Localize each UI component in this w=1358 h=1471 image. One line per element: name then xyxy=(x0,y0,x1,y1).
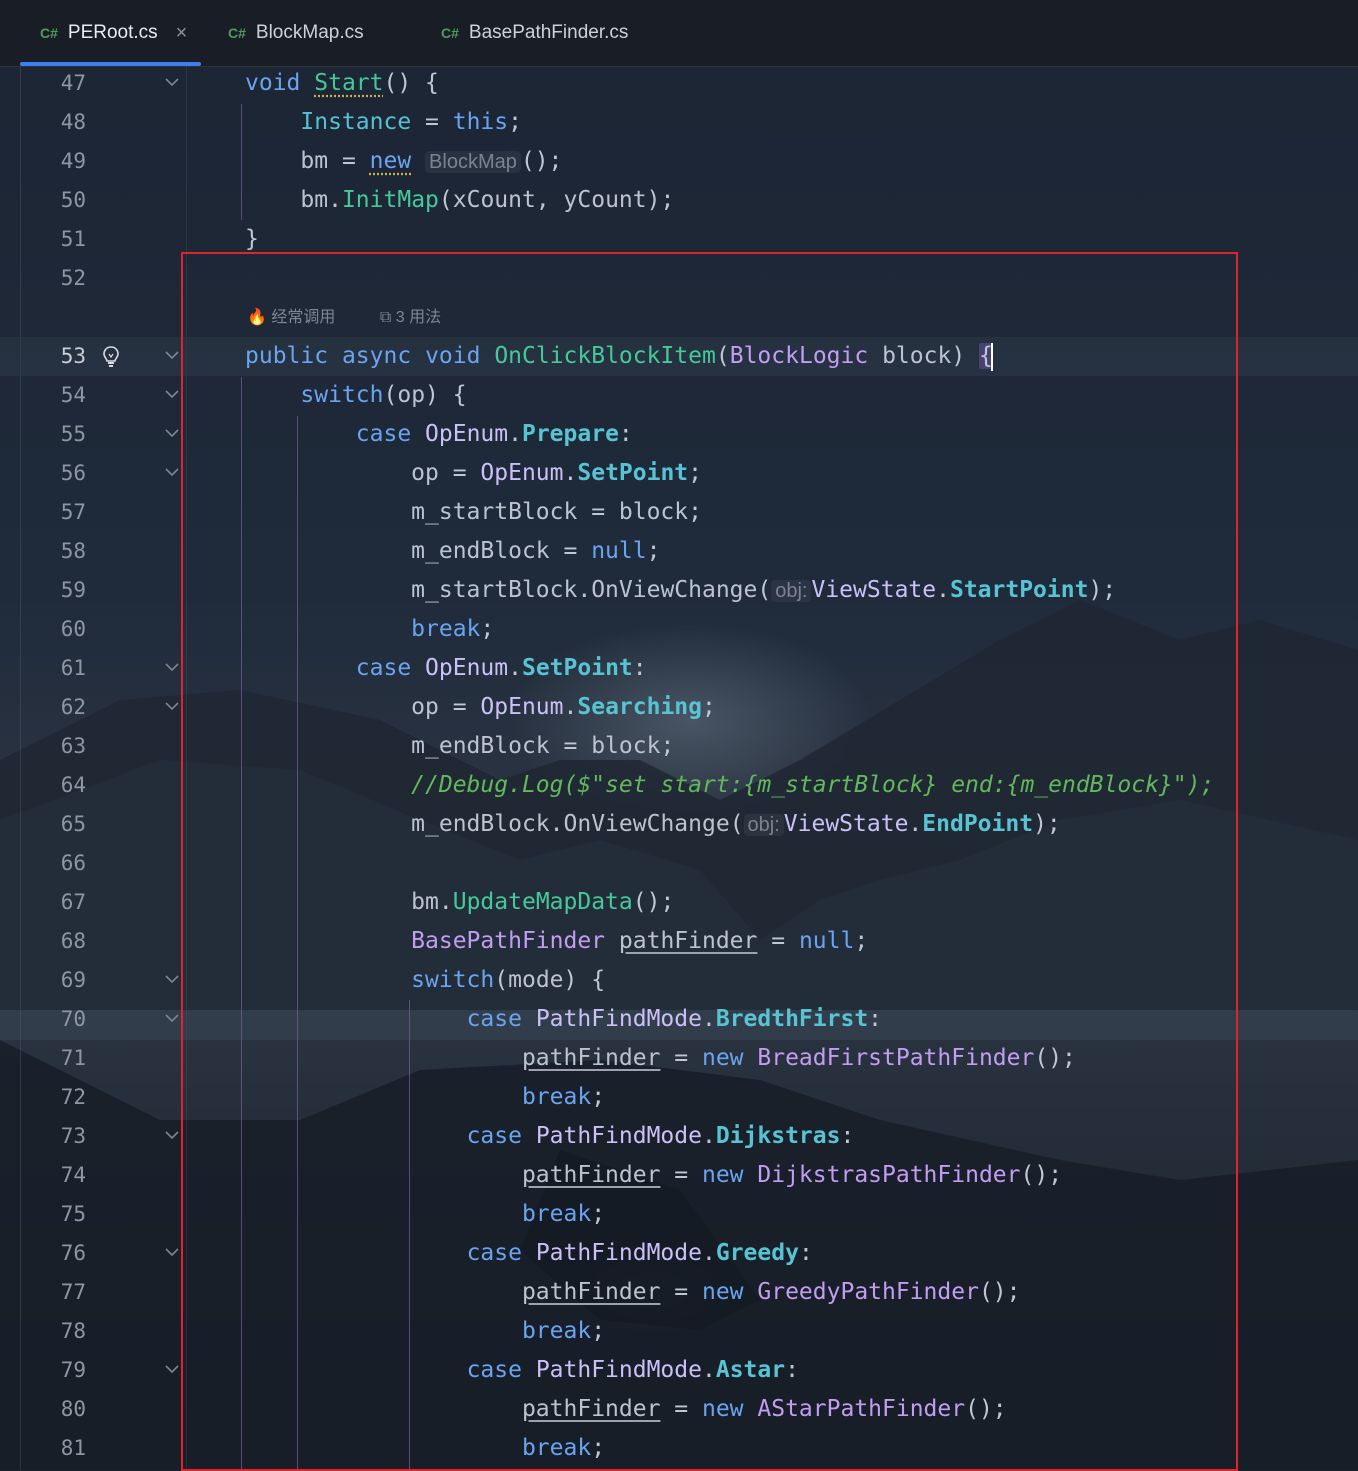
fold-chevron-icon[interactable] xyxy=(165,1013,179,1023)
line-number: 78 xyxy=(60,1319,86,1343)
line-number: 70 xyxy=(60,1007,86,1031)
line-number: 74 xyxy=(60,1163,86,1187)
line-number: 52 xyxy=(60,266,86,290)
line-number: 57 xyxy=(60,500,86,524)
fold-chevron-icon[interactable] xyxy=(165,662,179,672)
fold-chevron-icon[interactable] xyxy=(165,77,179,87)
line-number: 61 xyxy=(60,656,86,680)
fold-chevron-icon[interactable] xyxy=(165,974,179,984)
tab-peroot[interactable]: C# PERoot.cs × xyxy=(19,0,202,66)
code-text: bm.InitMap(xCount, yCount); xyxy=(300,187,675,213)
line-number: 68 xyxy=(60,929,86,953)
code-line-48[interactable]: 48 Instance = this; xyxy=(0,103,1358,142)
code-editor: C# PERoot.cs × C# BlockMap.cs C# BasePat… xyxy=(0,0,1358,1471)
code-line-49[interactable]: 49 bm = new BlockMap (); xyxy=(0,142,1358,181)
line-number: 53 xyxy=(60,344,86,368)
tab-blockmap[interactable]: C# BlockMap.cs xyxy=(228,0,364,66)
fold-chevron-icon[interactable] xyxy=(165,1247,179,1257)
line-number: 60 xyxy=(60,617,86,641)
code-text: bm = new BlockMap (); xyxy=(300,148,563,174)
line-number: 54 xyxy=(60,383,86,407)
type-inlay-hint: BlockMap xyxy=(425,151,521,173)
line-number: 65 xyxy=(60,812,86,836)
tab-basepathfinder[interactable]: C# BasePathFinder.cs xyxy=(441,0,628,66)
line-number: 62 xyxy=(60,695,86,719)
code-line-50[interactable]: 50 bm.InitMap(xCount, yCount); xyxy=(0,181,1358,220)
csharp-file-icon: C# xyxy=(441,25,459,41)
line-number: 59 xyxy=(60,578,86,602)
line-number: 50 xyxy=(60,188,86,212)
csharp-file-icon: C# xyxy=(40,25,58,41)
fold-chevron-icon[interactable] xyxy=(165,350,179,360)
tab-label: PERoot.cs xyxy=(67,22,158,43)
line-number: 64 xyxy=(60,773,86,797)
line-number: 47 xyxy=(60,71,86,95)
code-text: Instance = this; xyxy=(300,109,522,135)
fold-chevron-icon[interactable] xyxy=(165,389,179,399)
line-number: 79 xyxy=(60,1358,86,1382)
line-number: 80 xyxy=(60,1397,86,1421)
line-number: 73 xyxy=(60,1124,86,1148)
line-number: 55 xyxy=(60,422,86,446)
line-number: 63 xyxy=(60,734,86,758)
line-number: 67 xyxy=(60,890,86,914)
editor-tab-bar: C# PERoot.cs × C# BlockMap.cs C# BasePat… xyxy=(0,0,1358,67)
code-text: void Start() { xyxy=(245,70,439,96)
csharp-file-icon: C# xyxy=(228,25,246,41)
code-line-47[interactable]: 47 void Start() { xyxy=(0,64,1358,103)
tab-label: BlockMap.cs xyxy=(255,22,364,43)
line-number: 81 xyxy=(60,1436,86,1460)
lightbulb-icon[interactable] xyxy=(101,345,121,369)
fold-chevron-icon[interactable] xyxy=(165,1364,179,1374)
line-number: 49 xyxy=(60,149,86,173)
line-number: 58 xyxy=(60,539,86,563)
fold-chevron-icon[interactable] xyxy=(165,467,179,477)
line-number: 75 xyxy=(60,1202,86,1226)
line-number: 71 xyxy=(60,1046,86,1070)
fold-chevron-icon[interactable] xyxy=(165,1130,179,1140)
line-number: 76 xyxy=(60,1241,86,1265)
tab-label: BasePathFinder.cs xyxy=(468,22,629,43)
line-number: 51 xyxy=(60,227,86,251)
fold-chevron-icon[interactable] xyxy=(165,701,179,711)
line-number: 48 xyxy=(60,110,86,134)
line-number: 66 xyxy=(60,851,86,875)
line-number: 77 xyxy=(60,1280,86,1304)
line-number: 72 xyxy=(60,1085,86,1109)
fold-chevron-icon[interactable] xyxy=(165,428,179,438)
line-number: 56 xyxy=(60,461,86,485)
line-number: 69 xyxy=(60,968,86,992)
close-tab-icon[interactable]: × xyxy=(176,22,188,45)
highlight-box xyxy=(181,252,1238,1471)
